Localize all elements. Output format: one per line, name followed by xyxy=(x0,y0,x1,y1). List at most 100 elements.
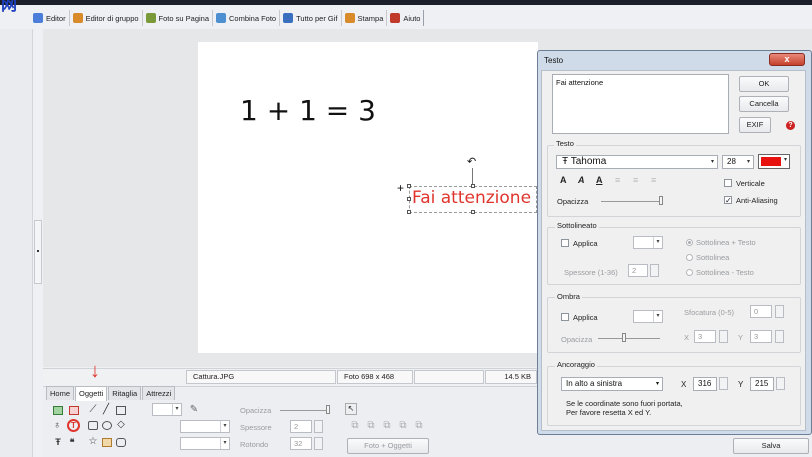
rectangle-tool-icon[interactable] xyxy=(116,406,126,415)
shadow-color-dropdown[interactable]: ▾ xyxy=(633,310,663,323)
arrange-icon-5[interactable]: ⧉ xyxy=(414,421,424,431)
nav-tab-label: Aiuto xyxy=(403,13,421,23)
line-tool-icon[interactable]: ╱ xyxy=(101,405,111,415)
text-tool-icon[interactable]: T xyxy=(67,419,80,432)
underline-apply-checkbox[interactable] xyxy=(561,239,569,247)
text-opacity-track[interactable] xyxy=(601,201,659,202)
select-pointer-icon[interactable]: ↖ xyxy=(345,403,357,415)
nav-tab-aiuto[interactable]: Aiuto xyxy=(387,10,425,26)
sticker-tool-icon[interactable] xyxy=(69,406,79,415)
radio-underline[interactable] xyxy=(686,254,693,261)
bold-button[interactable]: A xyxy=(560,175,567,185)
arrange-icon-3[interactable]: ⧉ xyxy=(382,421,392,431)
opacity-slider-knob[interactable] xyxy=(326,405,330,414)
font-family-select[interactable]: Ŧ Tahoma ▾ xyxy=(556,155,718,169)
quote-tool-icon[interactable]: ❝ xyxy=(67,437,77,447)
text-color-picker[interactable]: ▾ xyxy=(758,154,790,169)
image-object-tool-icon[interactable] xyxy=(53,406,63,415)
nav-tab-tutto-per-gif[interactable]: Tutto per Gif xyxy=(280,10,342,26)
anchor-y-spinner[interactable] xyxy=(776,377,785,390)
line-style-dropdown[interactable]: ▾ xyxy=(152,403,182,416)
anchor-y-input[interactable]: 215 xyxy=(750,377,774,391)
anchor-y-label: Y xyxy=(738,380,744,389)
nav-tab-stampa[interactable]: Stampa xyxy=(342,10,388,26)
text-opacity-knob[interactable] xyxy=(659,196,663,205)
shadow-y-spinner[interactable] xyxy=(775,330,784,343)
anchor-x-spinner[interactable] xyxy=(719,377,728,390)
nav-tab-editor[interactable]: Editor xyxy=(30,10,70,26)
lasso-tool-icon[interactable]: ♁ xyxy=(52,421,62,431)
align-right-button[interactable]: ≡ xyxy=(651,175,656,185)
underline-thickness-spinner[interactable] xyxy=(650,264,659,277)
resize-handle-s[interactable] xyxy=(471,210,475,214)
arrange-icon-2[interactable]: ⧉ xyxy=(366,421,376,431)
frame-tool-icon[interactable] xyxy=(102,438,112,447)
resize-handle-n[interactable] xyxy=(471,184,475,188)
blur-input[interactable]: 0 xyxy=(750,305,772,318)
antialias-checkbox[interactable]: ✓ xyxy=(724,196,732,205)
move-handle-icon[interactable]: + xyxy=(397,181,404,195)
resize-handle-w[interactable] xyxy=(407,197,411,201)
tab-oggetti[interactable]: Oggetti xyxy=(75,386,108,401)
shadow-y-input[interactable]: 3 xyxy=(750,330,772,343)
pen-color-icon[interactable]: ✎ xyxy=(189,405,199,415)
cancel-button[interactable]: Cancella xyxy=(739,96,789,112)
nav-tab-combina-foto[interactable]: Combina Foto xyxy=(213,10,281,26)
opacity-slider-track[interactable] xyxy=(280,410,326,411)
close-button[interactable]: x xyxy=(769,53,805,66)
align-center-button[interactable]: ≡ xyxy=(633,175,638,185)
exif-button[interactable]: EXIF xyxy=(739,117,771,133)
polygon-tool-icon[interactable]: ◇ xyxy=(116,420,126,430)
arrange-icon-4[interactable]: ⧉ xyxy=(398,421,408,431)
radio-underline-minus-text[interactable] xyxy=(686,269,693,276)
align-left-button[interactable]: ≡ xyxy=(615,175,620,185)
rotate-handle-icon[interactable]: ↶ xyxy=(467,155,476,168)
underline-color-dropdown[interactable]: ▾ xyxy=(633,236,663,249)
canvas-text-selected[interactable]: Fai attenzione xyxy=(412,188,531,208)
brush-tool-icon[interactable]: ⟋ xyxy=(88,405,98,415)
fill-dropdown[interactable]: ▾ xyxy=(180,420,230,433)
shadow-x-input[interactable]: 3 xyxy=(694,330,716,343)
star-tool-icon[interactable]: ☆ xyxy=(88,437,98,447)
radio-underline-plus-text[interactable] xyxy=(686,239,693,246)
anchor-select[interactable]: In alto a sinistra ▾ xyxy=(561,377,663,391)
shadow-opacity-knob[interactable] xyxy=(622,333,626,342)
resize-handle-nw[interactable] xyxy=(407,184,411,188)
thickness-input[interactable]: 2 xyxy=(290,420,312,433)
tab-home[interactable]: Home xyxy=(46,386,75,400)
nav-tab-editor-di-gruppo[interactable]: Editor di gruppo xyxy=(70,10,143,26)
text-input-area[interactable]: Fai attenzione xyxy=(552,74,729,134)
arrange-icon-1[interactable]: ⧉ xyxy=(350,421,360,431)
anchor-x-input[interactable]: 316 xyxy=(693,377,717,391)
photo-objects-button[interactable]: Foto + Oggetti xyxy=(347,438,429,454)
rounded-spinner[interactable] xyxy=(314,437,323,450)
blur-spinner[interactable] xyxy=(775,305,784,318)
border-dropdown[interactable]: ▾ xyxy=(180,437,230,450)
shadow-opacity-label: Opacizza xyxy=(561,335,593,344)
ellipse-tool-icon[interactable] xyxy=(102,421,112,430)
italic-button[interactable]: A xyxy=(578,175,585,185)
tab-ritaglia[interactable]: Ritaglia xyxy=(108,386,142,400)
anchor-x-label: X xyxy=(681,380,687,389)
shadow-x-spinner[interactable] xyxy=(719,330,728,343)
nav-tab-foto-su-pagina[interactable]: Foto su Pagina xyxy=(143,10,213,26)
save-button[interactable]: Salva xyxy=(733,438,809,454)
font-size-select[interactable]: 28 ▾ xyxy=(722,155,754,169)
speech-bubble-tool-icon[interactable] xyxy=(116,438,126,447)
rounded-input[interactable]: 32 xyxy=(290,437,312,450)
canvas-text-equation[interactable]: 1 + 1 = 3 xyxy=(240,94,376,127)
tab-attrezzi[interactable]: Attrezzi xyxy=(142,386,176,400)
collapse-arrow-icon xyxy=(37,250,39,252)
underline-button[interactable]: A xyxy=(596,175,603,185)
shadow-apply-checkbox[interactable] xyxy=(561,313,569,321)
underline-thickness-input[interactable]: 2 xyxy=(628,264,648,277)
font-tool-icon[interactable]: Ŧ xyxy=(53,437,63,447)
ok-button[interactable]: OK xyxy=(739,76,789,92)
shadow-opacity-track[interactable] xyxy=(598,338,660,339)
panel-collapse-tab[interactable] xyxy=(34,220,42,284)
thickness-spinner[interactable] xyxy=(314,420,323,433)
help-icon[interactable]: ? xyxy=(786,121,795,130)
vertical-checkbox[interactable] xyxy=(724,179,732,187)
rounded-rect-tool-icon[interactable] xyxy=(88,421,98,430)
resize-handle-sw[interactable] xyxy=(407,210,411,214)
